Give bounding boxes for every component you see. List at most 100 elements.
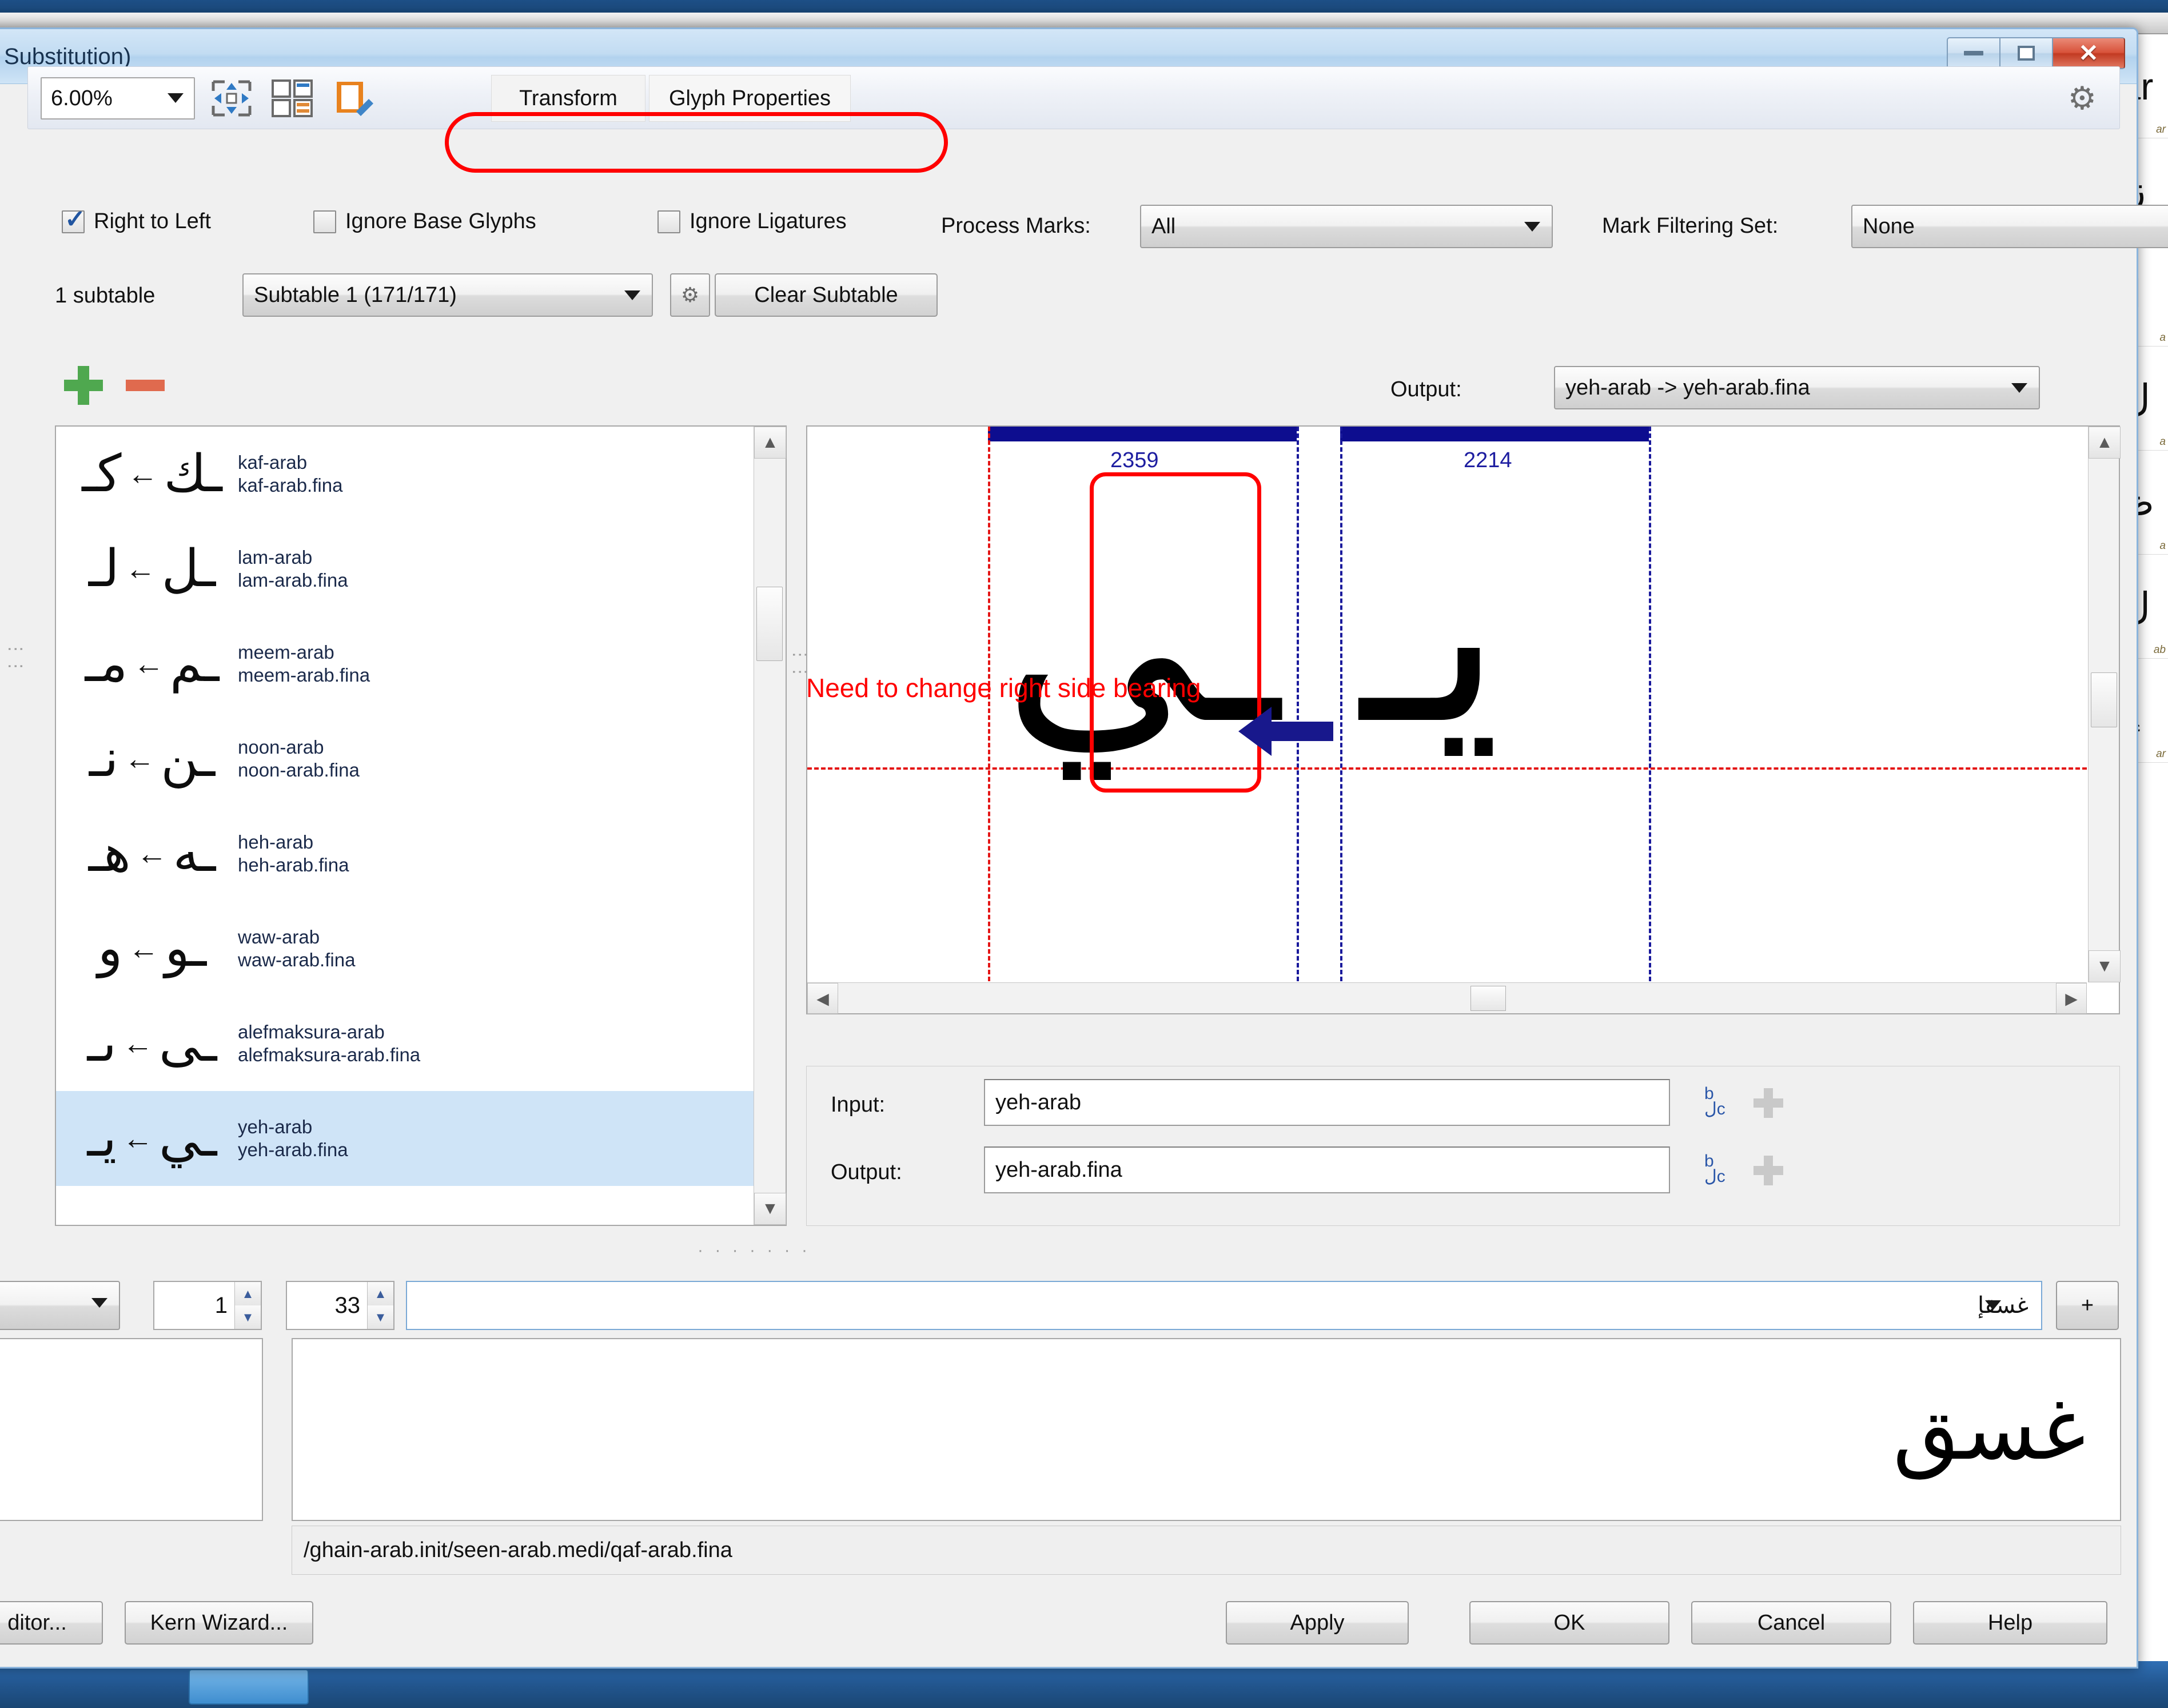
apply-button[interactable]: Apply	[1226, 1601, 1409, 1645]
glyph-table-icon[interactable]	[270, 78, 314, 118]
output-field[interactable]: yeh-arab.fina	[984, 1146, 1670, 1193]
panel-splitter-handle[interactable]: ⋮⋮	[791, 646, 810, 680]
text-preview-panel[interactable]: غسق	[292, 1338, 2121, 1521]
mark-filtering-set-combo[interactable]: None	[1851, 205, 2168, 248]
chevron-down-icon	[2011, 383, 2027, 393]
page-number-stepper[interactable]: 1 ▲ ▼	[153, 1281, 262, 1330]
edit-glyph-icon[interactable]	[331, 78, 374, 118]
scrollbar-thumb[interactable]	[2091, 672, 2117, 727]
maximize-button[interactable]	[1999, 37, 2052, 69]
hscrollbar-thumb[interactable]	[1470, 986, 1506, 1011]
maximize-icon	[2018, 46, 2035, 61]
close-icon: ✕	[2078, 39, 2099, 66]
add-sample-button[interactable]: +	[2056, 1281, 2119, 1330]
output-add-icon[interactable]	[1753, 1156, 1783, 1185]
close-button[interactable]: ✕	[2052, 37, 2125, 69]
minimize-button[interactable]	[1947, 37, 1999, 69]
list-item[interactable]: ـه ← هـ heh-arab heh-arab.fina	[56, 806, 755, 901]
zoom-value: 6.00%	[51, 86, 113, 110]
subtable-combo[interactable]: Subtable 1 (171/171)	[242, 273, 653, 317]
scroll-right-icon[interactable]: ▶	[2056, 983, 2087, 1014]
remove-rule-button[interactable]	[126, 380, 165, 391]
stepper-arrows[interactable]: ▲ ▼	[367, 1282, 393, 1329]
substitution-rules-list[interactable]: ـك ← كـ kaf-arab kaf-arab.fina ـل ← لـ l…	[55, 425, 787, 1226]
checkbox-ignore-base-glyphs[interactable]: Ignore Base Glyphs	[313, 209, 536, 234]
scroll-up-icon[interactable]: ▲	[2089, 427, 2121, 459]
preview-vscrollbar[interactable]: ▲ ▼	[2088, 427, 2121, 982]
output-class-icon[interactable]: b لc	[1704, 1153, 1725, 1185]
checkbox-right-to-left[interactable]: Right to Left	[62, 205, 211, 234]
glyph-preview-panel[interactable]: 2359 2214 ـي يـ Need to change right sid…	[806, 425, 2121, 1014]
scroll-down-icon[interactable]: ▼	[2089, 950, 2121, 982]
rule-names: alefmaksura-arab alefmaksura-arab.fina	[238, 1021, 420, 1067]
rule-glyph-pair: ـم ← مـ	[66, 638, 238, 690]
rule-name-target: yeh-arab.fina	[238, 1139, 348, 1160]
preview-hscrollbar[interactable]: ◀ ▶	[807, 982, 2087, 1014]
rule-names: waw-arab waw-arab.fina	[238, 926, 355, 972]
list-item-selected[interactable]: ـي ← يـ yeh-arab yeh-arab.fina	[56, 1091, 755, 1186]
scroll-down-icon[interactable]: ▼	[754, 1193, 786, 1225]
input-add-icon[interactable]	[1753, 1088, 1783, 1118]
list-scrollbar[interactable]: ▲ ▼	[754, 427, 786, 1225]
rule-name-target: kaf-arab.fina	[238, 475, 343, 496]
stepper-arrows[interactable]: ▲ ▼	[234, 1282, 261, 1329]
left-splitter-handle[interactable]: ⋮⋮	[6, 640, 25, 675]
input-class-icon[interactable]: b لc	[1704, 1085, 1725, 1118]
size-stepper[interactable]: 33 ▲ ▼	[286, 1281, 394, 1330]
checkbox-box	[62, 205, 86, 234]
rule-name-target: meem-arab.fina	[238, 664, 370, 686]
rule-glyph-pair: ـى ← ىـ	[66, 1018, 238, 1069]
advance-bar-left	[988, 427, 1297, 441]
output-value: yeh-arab.fina	[995, 1157, 1122, 1182]
list-item[interactable]: ـن ← نـ noon-arab noon-arab.fina	[56, 711, 755, 806]
list-item[interactable]: ـو ← و waw-arab waw-arab.fina	[56, 901, 755, 996]
clear-subtable-button[interactable]: Clear Subtable	[715, 273, 938, 317]
stepper-down-icon[interactable]: ▼	[235, 1305, 261, 1329]
metrics-editor-button[interactable]: ditor...	[0, 1601, 103, 1645]
glyph-strip-caption: a	[2159, 540, 2166, 552]
chevron-down-icon	[168, 93, 184, 103]
font-select-combo[interactable]	[0, 1281, 120, 1330]
horizontal-splitter-handle[interactable]: · · · · · · ·	[698, 1241, 811, 1260]
taskbar-item[interactable]	[189, 1669, 309, 1705]
tab-glyph-properties[interactable]: Glyph Properties	[649, 75, 851, 122]
preview-glyph-right: يـ	[1361, 498, 1501, 773]
kern-wizard-button[interactable]: Kern Wizard...	[125, 1601, 313, 1645]
sample-text-input[interactable]: غسقإ	[406, 1281, 2042, 1330]
checkbox-ignore-ligatures[interactable]: Ignore Ligatures	[657, 209, 847, 234]
cancel-button[interactable]: Cancel	[1691, 1601, 1891, 1645]
chevron-down-icon[interactable]	[1985, 1300, 2001, 1310]
stepper-down-icon[interactable]: ▼	[368, 1305, 393, 1329]
process-marks-combo[interactable]: All	[1140, 205, 1553, 248]
stepper-up-icon[interactable]: ▲	[368, 1282, 393, 1305]
scroll-up-icon[interactable]: ▲	[754, 427, 786, 459]
help-button[interactable]: Help	[1913, 1601, 2107, 1645]
toolbar-tabs: Transform Glyph Properties	[491, 75, 851, 122]
add-rule-button[interactable]	[64, 366, 103, 405]
rule-name-source: heh-arab	[238, 831, 314, 853]
input-value: yeh-arab	[995, 1090, 1081, 1114]
glyph-preview-canvas[interactable]: 2359 2214 ـي يـ Need to change right sid…	[807, 427, 2087, 981]
clear-subtable-label: Clear Subtable	[754, 282, 898, 307]
stepper-up-icon[interactable]: ▲	[235, 1282, 261, 1305]
preview-thumbnail-panel[interactable]	[0, 1338, 263, 1521]
list-item[interactable]: ـك ← كـ kaf-arab kaf-arab.fina	[56, 427, 755, 521]
mark-filtering-set-label: Mark Filtering Set:	[1602, 214, 1779, 238]
page-number-value: 1	[214, 1292, 228, 1318]
fit-window-icon[interactable]	[210, 78, 253, 118]
scrollbar-thumb[interactable]	[756, 587, 783, 661]
input-field[interactable]: yeh-arab	[984, 1079, 1670, 1126]
checkbox-ignore-base-glyphs-label: Ignore Base Glyphs	[345, 209, 536, 233]
ok-button[interactable]: OK	[1469, 1601, 1669, 1645]
rule-glyph-pair: ـه ← هـ	[66, 828, 238, 879]
list-item[interactable]: ـى ← ىـ alefmaksura-arab alefmaksura-ara…	[56, 996, 755, 1091]
tab-transform[interactable]: Transform	[491, 75, 645, 122]
gear-settings-icon[interactable]: ⚙	[2068, 79, 2097, 117]
list-item[interactable]: ـل ← لـ lam-arab lam-arab.fina	[56, 521, 755, 616]
zoom-combo[interactable]: 6.00%	[41, 77, 195, 120]
rule-glyph-from: هـ	[88, 825, 131, 882]
scroll-left-icon[interactable]: ◀	[807, 983, 838, 1014]
subtable-settings-button[interactable]: ⚙	[670, 273, 710, 317]
preview-output-combo[interactable]: yeh-arab -> yeh-arab.fina	[1554, 366, 2040, 409]
list-item[interactable]: ـم ← مـ meem-arab meem-arab.fina	[56, 616, 755, 711]
